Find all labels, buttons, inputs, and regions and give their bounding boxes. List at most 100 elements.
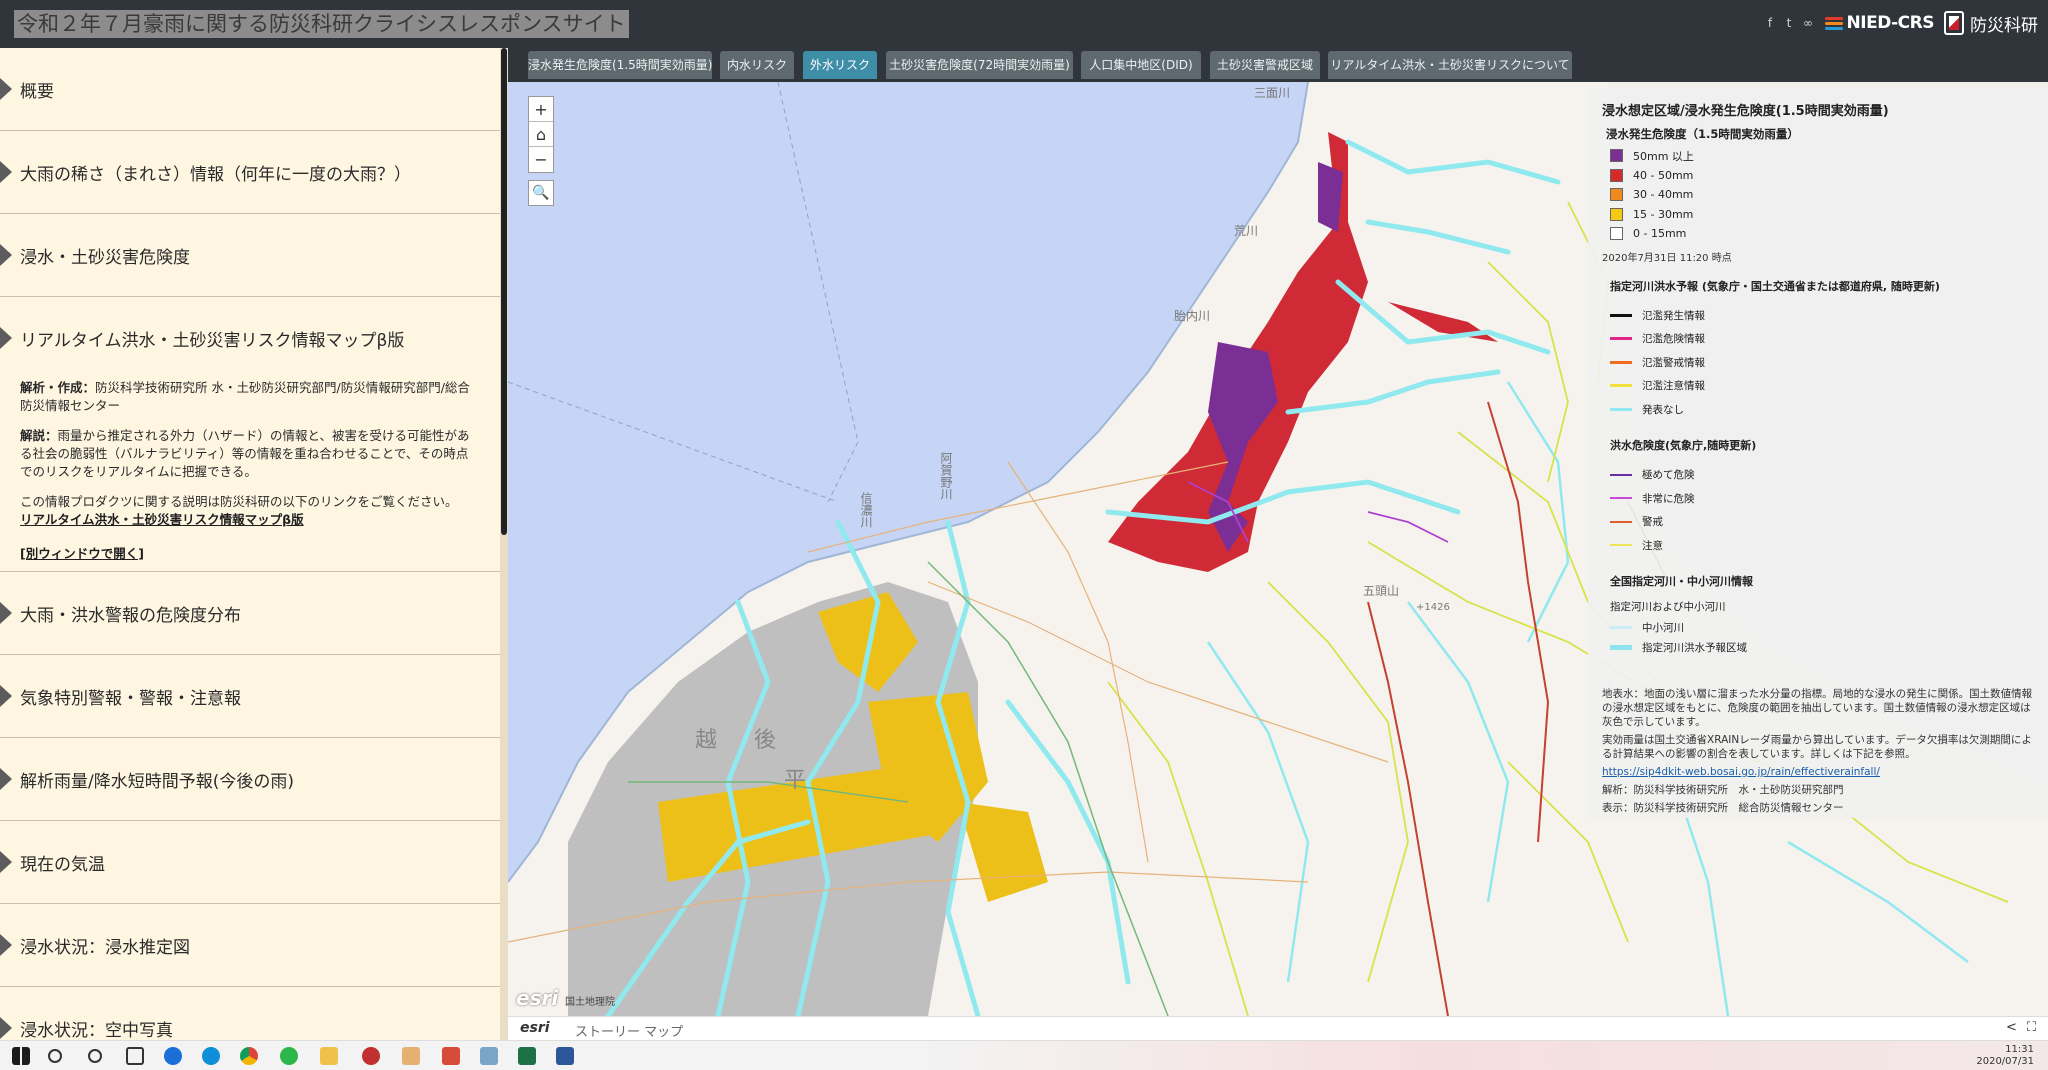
legend-swatch (1610, 188, 1623, 202)
accordion-item-inundation-estimate[interactable]: 浸水状況：浸水推定図 (0, 904, 500, 987)
link-icon[interactable]: ∞ (1802, 16, 1815, 30)
app-icon[interactable] (480, 1047, 498, 1065)
file-explorer-icon[interactable] (320, 1047, 338, 1065)
nied-mark-icon (1824, 16, 1843, 30)
triangle-right-icon (0, 161, 12, 183)
accordion-item-rarity[interactable]: 大雨の稀さ（まれさ）情報（何年に一度の大雨？） (0, 131, 500, 214)
bosai-logo[interactable]: 防災科研 (1944, 11, 2038, 36)
accordion-item-overview[interactable]: 概要 (0, 48, 500, 131)
map-footer: esri ストーリー マップ < ⛶ (508, 1016, 2048, 1040)
legend-line (1610, 473, 1632, 476)
accordion-header[interactable]: 浸水状況：浸水推定図 (0, 904, 500, 986)
accordion-item-warning-distribution[interactable]: 大雨・洪水警報の危険度分布 (0, 572, 500, 655)
sidebar-scrollbar[interactable] (500, 48, 508, 1040)
legend-swatch (1610, 207, 1623, 221)
legend-row: 30 - 40mm (1602, 185, 2034, 205)
excel-icon[interactable] (518, 1047, 536, 1065)
clock-date: 2020/07/31 (1976, 1056, 2034, 1067)
effective-rainfall-link[interactable]: https://sip4dkit-web.bosai.go.jp/rain/ef… (1602, 766, 1880, 778)
legend-line (1610, 313, 1632, 317)
clock-time: 11:31 (2005, 1044, 2034, 1055)
share-icon[interactable]: < (2006, 1020, 2017, 1035)
legend-swatch (1610, 168, 1623, 182)
windows-taskbar: 11:31 2020/07/31 (0, 1040, 2048, 1070)
bosai-logo-text: 防災科研 (1970, 15, 2038, 36)
esri-brand[interactable]: esri (520, 1020, 550, 1036)
risk-map-link[interactable]: リアルタイム洪水・土砂災害リスク情報マップβ版 (20, 512, 304, 527)
legend-row: 0 - 15mm (1602, 224, 2034, 244)
tab-external-flood[interactable]: 外水リスク (803, 51, 877, 79)
accordion-header[interactable]: リアルタイム洪水・土砂災害リスク情報マップβ版 (0, 297, 500, 379)
label-echigo: 越 (695, 728, 718, 753)
fullscreen-icon[interactable]: ⛶ (2027, 1020, 2036, 1035)
accordion-label: 大雨・洪水警報の危険度分布 (20, 605, 241, 626)
windows-start-icon[interactable] (12, 1047, 30, 1065)
tab-did[interactable]: 人口集中地区(DID) (1081, 51, 1201, 79)
accordion-label: 浸水状況：浸水推定図 (20, 937, 190, 958)
legend-section4-title: 全国指定河川・中小河川情報 (1610, 575, 1753, 588)
app-icon[interactable] (362, 1047, 380, 1065)
legend-row: 非常に危険 (1602, 487, 2034, 511)
tab-about-risk[interactable]: リアルタイム洪水・土砂災害リスクについて (1328, 51, 1572, 79)
accordion-item-warnings[interactable]: 気象特別警報・警報・注意報 (0, 655, 500, 738)
accordion-item-temperature[interactable]: 現在の気温 (0, 821, 500, 904)
twitter-icon[interactable]: t (1783, 16, 1796, 30)
legend-swatch (1610, 227, 1623, 241)
accordion-item-inundation-risk[interactable]: 浸水・土砂災害危険度 (0, 214, 500, 297)
nied-crs-logo[interactable]: NIED-CRS (1824, 13, 1935, 33)
bosai-mark-icon (1944, 11, 1964, 35)
accordion-header[interactable]: 解析雨量/降水短時間予報(今後の雨) (0, 738, 500, 820)
triangle-right-icon (0, 768, 12, 790)
accordion-item-rainfall[interactable]: 解析雨量/降水短時間予報(今後の雨) (0, 738, 500, 821)
accordion-label: 現在の気温 (20, 854, 105, 875)
accordion-header[interactable]: 大雨・洪水警報の危険度分布 (0, 572, 500, 654)
accordion-header[interactable]: 気象特別警報・警報・注意報 (0, 655, 500, 737)
tab-landslide-zone[interactable]: 土砂災害警戒区域 (1210, 51, 1320, 79)
accordion-header[interactable]: 浸水・土砂災害危険度 (0, 214, 500, 296)
app-icon[interactable] (164, 1047, 182, 1065)
word-icon[interactable] (556, 1047, 574, 1065)
label-aga-river: 阿賀野川 (939, 452, 953, 500)
accordion-item-realtime-risk-map[interactable]: リアルタイム洪水・土砂災害リスク情報マップβ版 解析・作成：防災科学技術研究所 … (0, 297, 500, 572)
accordion-label: 浸水・土砂災害危険度 (20, 247, 190, 268)
map-search-button[interactable]: 🔍 (528, 180, 554, 206)
scrollbar-thumb[interactable] (501, 48, 507, 535)
legend-section3-title: 洪水危険度(気象庁,随時更新) (1610, 439, 1757, 452)
legend-swatch (1610, 149, 1623, 163)
evernote-icon[interactable] (280, 1047, 298, 1065)
accordion-item-aerial-photo[interactable]: 浸水状況：空中写真 (0, 987, 500, 1040)
legend-section1-title: 浸水発生危険度（1.5時間実効雨量） (1606, 127, 1799, 141)
zoom-in-button[interactable]: + (529, 97, 553, 122)
map-legend: 浸水想定区域/浸水発生危険度(1.5時間実効雨量) 浸水発生危険度（1.5時間実… (1588, 88, 2048, 818)
legend-row: 氾濫警戒情報 (1602, 351, 2034, 375)
map-view[interactable]: 三面川 荒川 胎内川 阿賀野川 信濃川 五頭山 +1426 越 後 平 + ⌂ … (508, 82, 2048, 1016)
tab-internal-flood[interactable]: 内水リスク (720, 51, 794, 79)
edge-icon[interactable] (202, 1047, 220, 1065)
accordion-header[interactable]: 大雨の稀さ（まれさ）情報（何年に一度の大雨？） (0, 131, 500, 213)
chrome-icon[interactable] (240, 1047, 258, 1065)
triangle-right-icon (0, 78, 12, 100)
task-view-icon[interactable] (126, 1047, 144, 1065)
accordion-header[interactable]: 概要 (0, 48, 500, 130)
slack-icon[interactable] (402, 1047, 420, 1065)
triangle-right-icon (0, 602, 12, 624)
legend-row: 15 - 30mm (1602, 205, 2034, 225)
app-icon[interactable] (442, 1047, 460, 1065)
open-new-window-link[interactable]: [別ウィンドウで開く] (20, 545, 144, 563)
accordion-header[interactable]: 現在の気温 (0, 821, 500, 903)
home-button[interactable]: ⌂ (529, 122, 553, 147)
footer-tools: < ⛶ (2006, 1020, 2036, 1035)
legend-line (1610, 384, 1632, 388)
search-icon[interactable] (48, 1049, 62, 1063)
tab-inundation[interactable]: 浸水発生危険度(1.5時間実効雨量) (528, 51, 712, 79)
legend-row: 中小河川 (1602, 618, 2034, 638)
system-clock[interactable]: 11:31 2020/07/31 (1976, 1044, 2034, 1068)
facebook-icon[interactable]: f (1764, 16, 1777, 30)
accordion-header[interactable]: 浸水状況：空中写真 (0, 987, 500, 1040)
cortana-icon[interactable] (88, 1049, 102, 1063)
legend-section2-title: 指定河川洪水予報 (気象庁・国土交通省または都道府県, 随時更新) (1610, 279, 1940, 293)
header-right: f t ∞ NIED-CRS 防災科研 (1764, 8, 2038, 38)
tab-landslide[interactable]: 土砂災害危険度(72時間実効雨量) (886, 51, 1073, 79)
zoom-out-button[interactable]: − (529, 147, 553, 172)
legend-row: 氾濫注意情報 (1602, 374, 2034, 398)
